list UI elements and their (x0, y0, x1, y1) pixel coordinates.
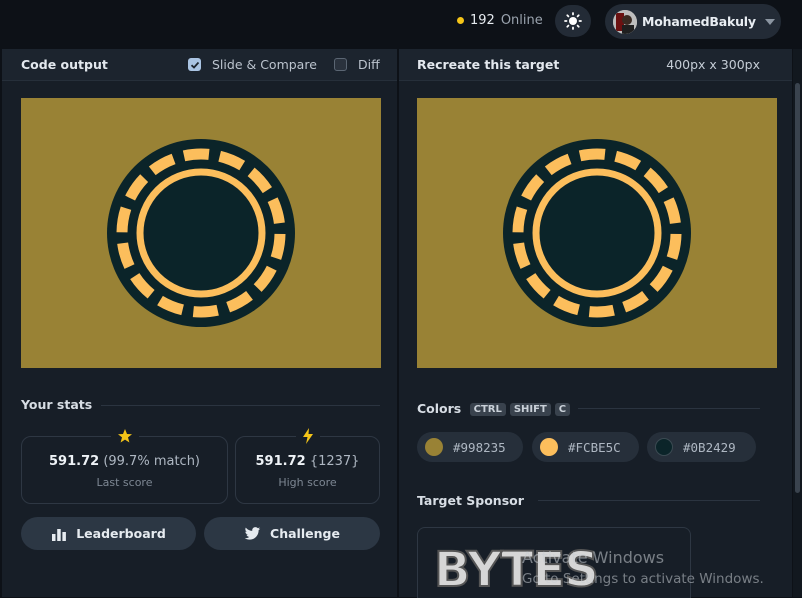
poker-chip-render (107, 139, 295, 327)
high-score-card: 591.72 {1237} High score (235, 428, 380, 504)
color-hex: #0B2429 (683, 439, 736, 455)
leaderboard-label: Leaderboard (76, 526, 166, 541)
activate-windows-hint: Go to Settings to activate Windows. (522, 571, 764, 587)
checkbox-unchecked-icon[interactable] (334, 58, 347, 71)
poker-chip-target (503, 139, 691, 327)
color-dot-icon (540, 438, 558, 456)
username: MohamedBakuly (642, 14, 756, 29)
diff-label: Diff (358, 57, 380, 72)
stats-title: Your stats (21, 397, 93, 412)
diff-toggle[interactable]: Diff (334, 57, 380, 72)
color-dot-icon (655, 438, 673, 456)
high-score-value: 591.72 (255, 454, 306, 469)
online-label: Online (500, 13, 543, 28)
color-swatch[interactable]: #FCBE5C (532, 432, 639, 462)
target-panel: Recreate this target 400px x 300px Color… (399, 49, 792, 598)
code-output-panel: Code output Slide & Compare Diff Your st… (2, 49, 397, 597)
high-score: 591.72 {1237} (236, 454, 379, 469)
color-swatch[interactable]: #0B2429 (647, 432, 756, 462)
activate-windows-watermark: Activate Windows (522, 548, 665, 567)
online-indicator: 192 Online (457, 13, 543, 28)
color-hex: #FCBE5C (568, 439, 621, 455)
user-menu[interactable]: MohamedBakuly (605, 4, 781, 39)
color-swatch[interactable]: #998235 (417, 432, 523, 462)
last-score-value: 591.72 (49, 454, 100, 469)
code-output-canvas[interactable] (21, 98, 381, 368)
leaderboard-button[interactable]: Leaderboard (21, 517, 196, 550)
last-score-match: (99.7% match) (103, 454, 200, 469)
shortcut-key: CTRL (469, 403, 506, 416)
online-count: 192 (470, 13, 495, 28)
stats-divider (101, 405, 380, 406)
scrollbar-thumb[interactable] (795, 83, 800, 493)
checkbox-checked-icon[interactable] (188, 58, 201, 71)
high-score-label: High score (278, 476, 337, 489)
chevron-down-icon (764, 18, 775, 25)
last-score: 591.72 (99.7% match) (22, 454, 227, 469)
colors-label: Colors (417, 401, 462, 416)
bar-chart-icon (52, 528, 67, 541)
panel-title: Code output (21, 57, 108, 72)
lightning-icon (302, 428, 313, 444)
twitter-icon (244, 526, 261, 540)
panel-title: Recreate this target (417, 57, 560, 72)
colors-title: Colors CTRL SHIFT C (417, 401, 571, 416)
high-score-count: {1237} (309, 454, 360, 469)
slide-compare-label: Slide & Compare (212, 57, 317, 72)
colors-divider (578, 408, 760, 409)
sponsor-divider (538, 500, 760, 501)
top-bar: 192 Online MohamedBakuly (0, 0, 802, 48)
star-icon (117, 429, 132, 443)
scrollbar[interactable] (793, 49, 802, 597)
sun-icon (564, 12, 582, 30)
target-size: 400px x 300px (666, 57, 760, 72)
shortcut-key: C (554, 403, 571, 416)
target-image (417, 98, 777, 368)
last-score-card: 591.72 (99.7% match) Last score (21, 428, 228, 504)
color-hex: #998235 (453, 439, 506, 455)
sponsor-title: Target Sponsor (417, 493, 524, 508)
challenge-label: Challenge (270, 526, 340, 541)
online-dot-icon (457, 17, 464, 24)
slide-compare-toggle[interactable]: Slide & Compare (188, 57, 317, 72)
avatar (613, 9, 637, 34)
challenge-button[interactable]: Challenge (204, 517, 380, 550)
target-header: Recreate this target 400px x 300px (399, 49, 792, 81)
theme-toggle-button[interactable] (555, 5, 591, 37)
code-output-header: Code output Slide & Compare Diff (2, 49, 397, 81)
shortcut-key: SHIFT (509, 403, 551, 416)
color-dot-icon (425, 438, 443, 456)
last-score-label: Last score (96, 476, 153, 489)
